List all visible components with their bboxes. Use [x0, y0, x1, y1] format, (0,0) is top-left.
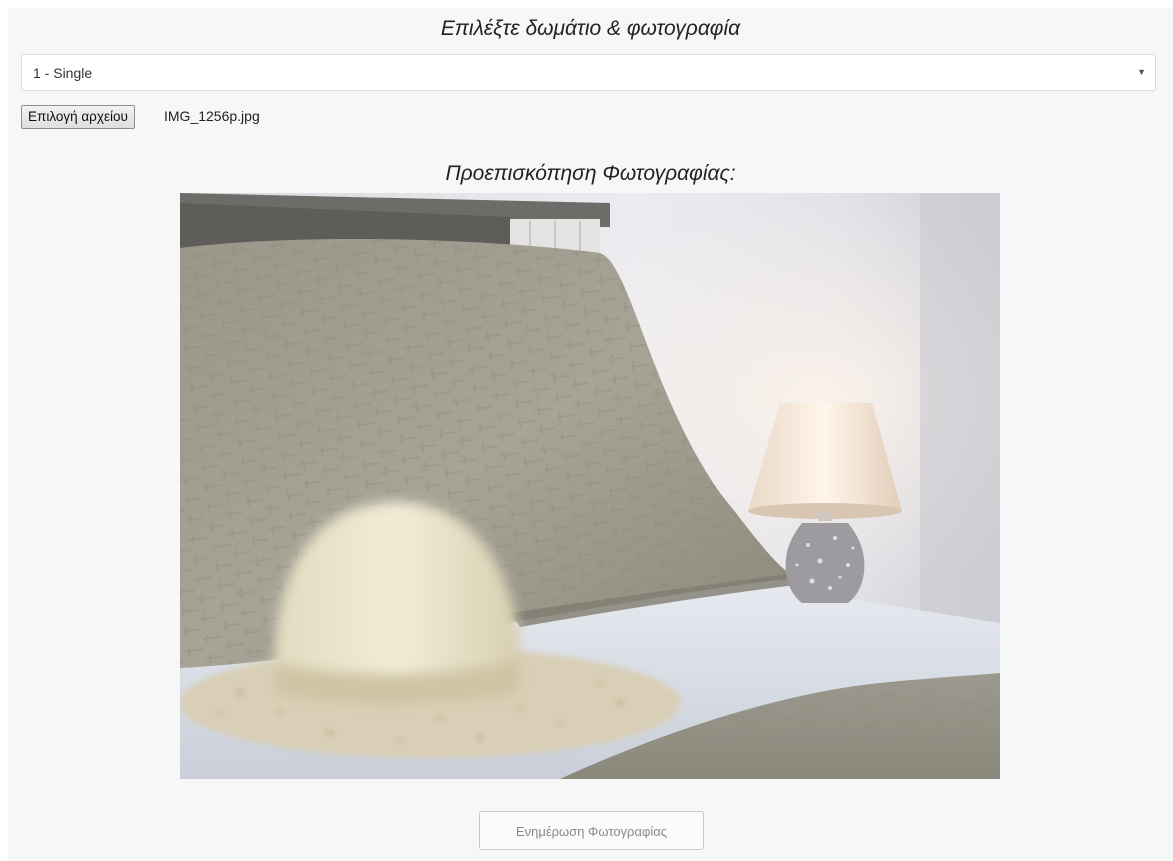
page-container: Επιλέξτε δωμάτιο & φωτογραφία 1 - Single…	[8, 8, 1173, 861]
update-photo-button[interactable]: Ενημέρωση Φωτογραφίας	[479, 811, 704, 850]
selected-file-name: IMG_1256p.jpg	[164, 108, 260, 124]
photo-preview-image	[180, 193, 1000, 779]
room-select-value: 1 - Single	[33, 65, 93, 81]
choose-file-button[interactable]: Επιλογή αρχείου	[21, 105, 135, 129]
photo-preview	[180, 193, 1000, 779]
preview-title: Προεπισκόπηση Φωτογραφίας:	[445, 162, 736, 185]
caret-down-icon: ▼	[1137, 67, 1146, 77]
room-select[interactable]: 1 - Single ▼	[21, 54, 1156, 91]
page-title: Επιλέξτε δωμάτιο & φωτογραφία	[440, 17, 741, 40]
